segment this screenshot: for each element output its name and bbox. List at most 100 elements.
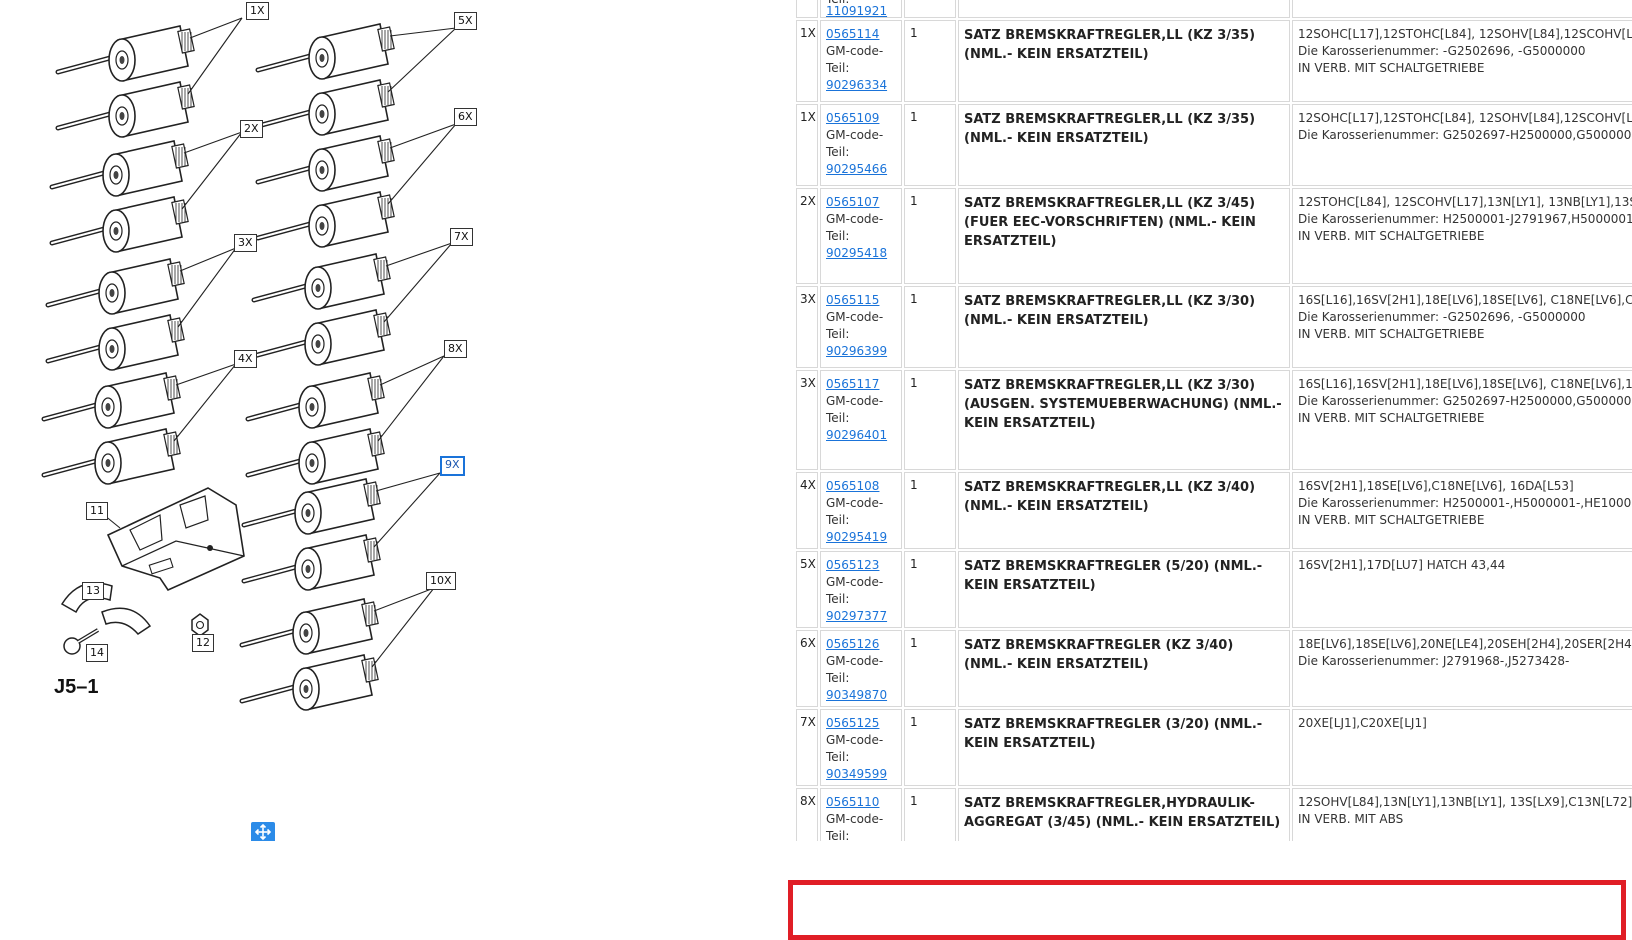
- table-row: 4X 0565108 GM-code- Teil: 90295419 1 SATZ BRE…: [796, 472, 1632, 549]
- gm-teil-label: Teil:: [826, 592, 850, 606]
- part-number-link[interactable]: 0565117: [826, 377, 879, 391]
- part-number-cell: 0565126 GM-code- Teil: 90349870: [820, 630, 902, 707]
- callout-2x[interactable]: 2X: [240, 120, 263, 138]
- table-row: 1X 0565109 GM-code- Teil: 90295466 1 SATZ BRE…: [796, 104, 1632, 186]
- description-cell: SATZ BREMSKRAFTREGLER (KZ 3/40) (NML.- K…: [958, 630, 1290, 707]
- position-cell: 6X: [796, 630, 818, 707]
- table-row: 3X 0565115 GM-code- Teil: 90296399 1 SATZ BRE…: [796, 286, 1632, 368]
- description-cell: SATZ BREMSKRAFTREGLER (3/20) (NML.- KEIN…: [958, 709, 1290, 786]
- callout-11[interactable]: 11: [86, 502, 108, 520]
- callout-4x[interactable]: 4X: [234, 350, 257, 368]
- gm-code-link[interactable]: 90296399: [826, 344, 887, 358]
- part-number-cell: 0565107 GM-code- Teil: 90295418: [820, 188, 902, 284]
- gm-code-label: GM-code-: [826, 212, 884, 226]
- gm-teil-label: Teil:: [826, 411, 850, 425]
- part-number-link[interactable]: 0565115: [826, 293, 879, 307]
- gm-code-label: GM-code-: [826, 812, 884, 826]
- callout-14[interactable]: 14: [86, 644, 108, 662]
- description-cell: SATZ BREMSKRAFTREGLER,LL (KZ 3/30) (NML.…: [958, 286, 1290, 368]
- gm-code-link[interactable]: 90349870: [826, 688, 887, 702]
- callout-1x[interactable]: 1X: [246, 2, 269, 20]
- quantity-cell: 1: [904, 551, 956, 628]
- callout-12[interactable]: 12: [192, 634, 214, 652]
- gm-teil-label: Teil:: [826, 327, 850, 341]
- gm-code-label: GM-code-: [826, 575, 884, 589]
- info-line: 16SV[2H1],17D[LU7] HATCH 43,44: [1298, 558, 1506, 572]
- part-number-link[interactable]: 0565107: [826, 195, 879, 209]
- info-line: 20XE[LJ1],C20XE[LJ1]: [1298, 716, 1427, 730]
- table-row: 3X 0565117 GM-code- Teil: 90296401 1 SATZ BRE…: [796, 370, 1632, 470]
- description-cell: SATZ BREMSKRAFTREGLER,LL (KZ 3/30) (AUSG…: [958, 370, 1290, 470]
- gm-code-link[interactable]: 90295419: [826, 530, 887, 544]
- part-number-link[interactable]: 0565125: [826, 716, 879, 730]
- table-row: 6X 0565126 GM-code- Teil: 90349870 1 SATZ BRE…: [796, 630, 1632, 707]
- gm-code-link[interactable]: 90296334: [826, 78, 887, 92]
- position-cell: 1X: [796, 20, 818, 102]
- quantity-cell: 1: [904, 20, 956, 102]
- desc-cell: [958, 0, 1290, 18]
- callout-8x[interactable]: 8X: [444, 340, 467, 358]
- gm-code-link[interactable]: 90296401: [826, 428, 887, 442]
- quantity-cell: 1: [904, 472, 956, 549]
- selected-row-highlight: [788, 880, 1626, 940]
- parts-table: Teil: 110919211X0565114GM-code-Teil: 902…: [794, 0, 1632, 841]
- part-cell: Teil: 11091921: [820, 0, 902, 18]
- part-number-link[interactable]: 0565108: [826, 479, 879, 493]
- gm-code-link[interactable]: 90295466: [826, 162, 887, 176]
- part-number-cell: 0565109 GM-code- Teil: 90295466: [820, 104, 902, 186]
- gm-code-label: GM-code-: [826, 654, 884, 668]
- callout-6x[interactable]: 6X: [454, 108, 477, 126]
- info-line: 12SOHV[L84],13N[LY1],13NB[LY1], 13S[LX9]…: [1298, 795, 1632, 809]
- parts-diagram: 1X 2X 3X 4X 5X 6X 7X 8X 9X 10X 11 12 13 14 J5–1: [0, 0, 700, 841]
- quantity-cell: 1: [904, 286, 956, 368]
- quantity-cell: 1: [904, 709, 956, 786]
- info-line: IN VERB. MIT ABS: [1298, 812, 1404, 826]
- info-line: IN VERB. MIT SCHALTGETRIEBE: [1298, 327, 1485, 341]
- part-number-cell: 0565115 GM-code- Teil: 90296399: [820, 286, 902, 368]
- quantity-cell: 1: [904, 788, 956, 841]
- position-cell: 7X: [796, 709, 818, 786]
- part-number-link[interactable]: 0565114: [826, 27, 879, 41]
- callout-10x[interactable]: 10X: [426, 572, 456, 590]
- callout-3x[interactable]: 3X: [234, 234, 257, 252]
- applicability-cell: 16S[L16],16SV[2H1],18E[LV6],18SE[LV6], C…: [1292, 286, 1632, 368]
- gm-code-label: GM-code-: [826, 44, 884, 58]
- part-number-link[interactable]: 0565109: [826, 111, 879, 125]
- applicability-cell: 20XE[LJ1],C20XE[LJ1]: [1292, 709, 1632, 786]
- gm-code-label: GM-code-: [826, 394, 884, 408]
- gm-code-link[interactable]: 90297377: [826, 609, 887, 623]
- applicability-cell: 16S[L16],16SV[2H1],18E[LV6],18SE[LV6], C…: [1292, 370, 1632, 470]
- info-line: 12STOHC[L84], 12SCOHV[L17],13N[LY1], 13N…: [1298, 195, 1632, 209]
- gm-code-link[interactable]: 90349599: [826, 767, 887, 781]
- applicability-cell: 12STOHC[L84], 12SCOHV[L17],13N[LY1], 13N…: [1292, 188, 1632, 284]
- info-line: IN VERB. MIT SCHALTGETRIEBE: [1298, 513, 1485, 527]
- gm-code-label: GM-code-: [826, 128, 884, 142]
- description-cell: SATZ BREMSKRAFTREGLER,LL (KZ 3/45) (FUER…: [958, 188, 1290, 284]
- callout-5x[interactable]: 5X: [454, 12, 477, 30]
- part-number-cell: 0565114 GM-code- Teil: 90296334: [820, 20, 902, 102]
- gm-code-label: GM-code-: [826, 733, 884, 747]
- part-number-cell: 0565125 GM-code- Teil: 90349599: [820, 709, 902, 786]
- gm-code-link[interactable]: 11091921: [826, 4, 887, 17]
- description-cell: SATZ BREMSKRAFTREGLER,HYDRAULIK-AGGREGAT…: [958, 788, 1290, 841]
- pos-cell: [796, 0, 818, 18]
- part-number-link[interactable]: 0565123: [826, 558, 879, 572]
- callout-9x[interactable]: 9X: [440, 456, 465, 476]
- info-line: 12SOHC[L17],12STOHC[L84], 12SOHV[L84],12…: [1298, 27, 1632, 41]
- part-number-link[interactable]: 0565126: [826, 637, 879, 651]
- quantity-cell: 1: [904, 370, 956, 470]
- part-number-cell: 0565123 GM-code- Teil: 90297377: [820, 551, 902, 628]
- move-arrows-icon[interactable]: [251, 822, 275, 841]
- gm-teil-label: Teil:: [826, 145, 850, 159]
- callout-13[interactable]: 13: [82, 582, 104, 600]
- info-cell: [1292, 0, 1632, 18]
- qty-cell: [904, 0, 956, 18]
- part-number-link[interactable]: 0565110: [826, 795, 879, 809]
- info-line: Die Karosserienummer: G2502697-H2500000,…: [1298, 128, 1632, 142]
- diagram-caption: J5–1: [54, 676, 99, 698]
- applicability-cell: 12SOHV[L84],13N[LY1],13NB[LY1], 13S[LX9]…: [1292, 788, 1632, 841]
- gm-code-link[interactable]: 90295418: [826, 246, 887, 260]
- diagram-drawing: [41, 17, 457, 711]
- callout-7x[interactable]: 7X: [450, 228, 473, 246]
- part-number-cell: 0565117 GM-code- Teil: 90296401: [820, 370, 902, 470]
